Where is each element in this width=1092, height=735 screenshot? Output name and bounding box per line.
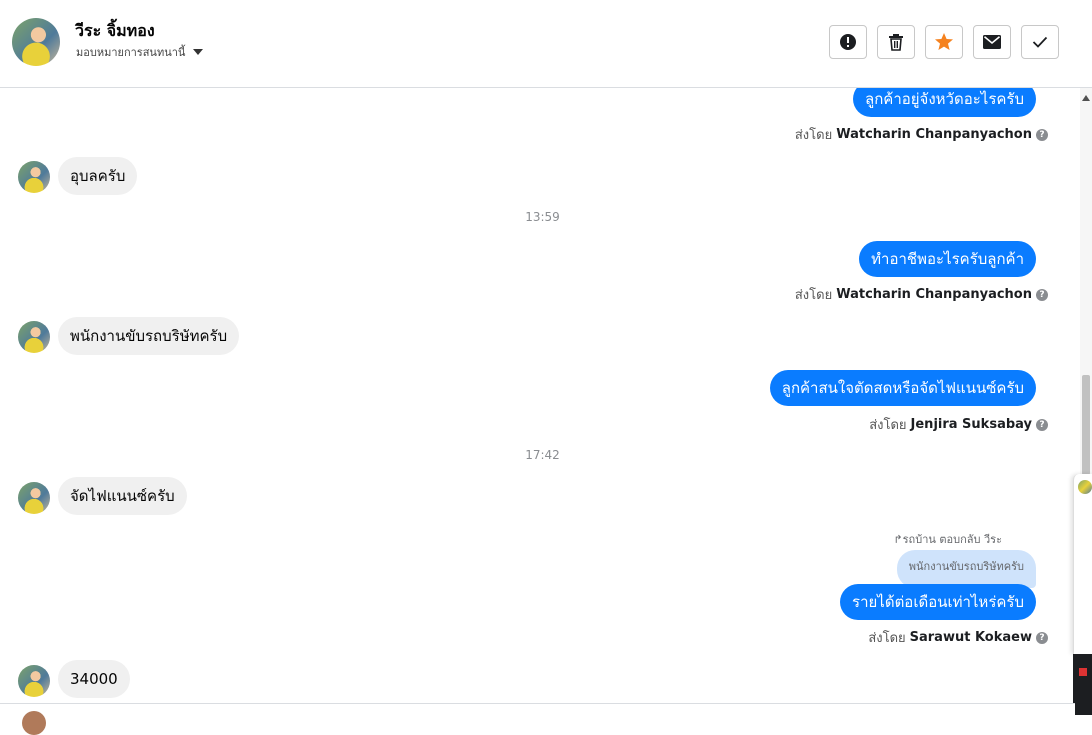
incoming-message[interactable]: 34000	[58, 660, 130, 698]
sender-name: Jenjira Suksabay	[910, 417, 1032, 432]
sent-by-prefix: ส่งโดย	[868, 631, 906, 646]
conversation-header: วีระ จิ้มทอง มอบหมายการสนทนานี้	[0, 0, 1092, 88]
assign-conversation-dropdown[interactable]: มอบหมายการสนทนานี้	[76, 43, 204, 61]
spam-button[interactable]	[829, 25, 867, 59]
star-icon	[935, 33, 953, 50]
flag-icon	[1079, 668, 1087, 676]
check-icon	[1032, 36, 1048, 48]
sender-name: Watcharin Chanpanyachon	[836, 127, 1032, 142]
side-dark-panel	[1073, 654, 1092, 715]
side-panel[interactable]	[1073, 474, 1092, 654]
incoming-message[interactable]: จัดไฟแนนซ์ครับ	[58, 477, 187, 515]
help-icon[interactable]: ?	[1036, 418, 1048, 431]
sender-name: Sarawut Kokaew	[909, 630, 1032, 645]
contact-avatar[interactable]	[12, 18, 60, 66]
sent-by-info: ส่งโดย Watcharin Chanpanyachon ?	[795, 284, 1048, 305]
timestamp-divider: 13:59	[525, 210, 560, 224]
message-list[interactable]: ลูกค้าอยู่จังหวัดอะไรครับ ส่งโดย Watchar…	[0, 88, 1080, 705]
outgoing-message[interactable]: ลูกค้าสนใจตัดสดหรือจัดไฟแนนซ์ครับ	[769, 370, 1036, 406]
contact-avatar-small	[18, 482, 50, 514]
sent-by-prefix: ส่งโดย	[794, 128, 833, 143]
reply-arrow-icon: ↱	[893, 533, 903, 546]
star-button[interactable]	[925, 25, 963, 59]
message-composer[interactable]	[0, 703, 1075, 735]
outgoing-message[interactable]: ทำอาชีพอะไรครับลูกค้า	[859, 241, 1036, 277]
envelope-icon	[983, 35, 1001, 49]
scroll-up-arrow-icon[interactable]	[1082, 95, 1090, 101]
sent-by-info: ส่งโดย Sarawut Kokaew ?	[868, 627, 1048, 648]
help-icon[interactable]: ?	[1036, 288, 1048, 301]
reply-label-text: รถบ้าน ตอบกลับ วีระ	[902, 533, 1002, 546]
reply-indicator: ↱รถบ้าน ตอบกลับ วีระ	[893, 530, 1002, 548]
incoming-message[interactable]: พนักงานขับรถบริษัทครับ	[58, 317, 240, 355]
trash-icon	[889, 34, 903, 51]
scrollbar-thumb[interactable]	[1082, 375, 1090, 475]
help-icon[interactable]: ?	[1036, 128, 1048, 141]
outgoing-message[interactable]: รายได้ต่อเดือนเท่าไหร่ครับ	[840, 584, 1036, 620]
alert-icon	[840, 34, 856, 50]
sender-name: Watcharin Chanpanyachon	[836, 287, 1032, 302]
quoted-message[interactable]: พนักงานขับรถบริษัทครับ	[896, 550, 1036, 588]
sent-by-prefix: ส่งโดย	[794, 288, 833, 303]
timestamp-divider: 17:42	[525, 448, 560, 462]
mark-unread-button[interactable]	[973, 25, 1011, 59]
contact-avatar-small	[18, 321, 50, 353]
caret-down-icon	[193, 49, 204, 55]
outgoing-message[interactable]: ลูกค้าอยู่จังหวัดอะไรครับ	[853, 88, 1036, 117]
contact-avatar-small	[18, 665, 50, 697]
sent-by-info: ส่งโดย Jenjira Suksabay ?	[869, 414, 1048, 435]
side-panel-avatar	[1078, 480, 1092, 494]
help-icon[interactable]: ?	[1036, 631, 1048, 644]
delete-button[interactable]	[877, 25, 915, 59]
sent-by-prefix: ส่งโดย	[869, 418, 907, 433]
sent-by-info: ส่งโดย Watcharin Chanpanyachon ?	[795, 124, 1048, 145]
contact-name[interactable]: วีระ จิ้มทอง	[75, 19, 155, 44]
contact-avatar-small	[18, 161, 50, 193]
assign-label: มอบหมายการสนทนานี้	[76, 46, 186, 59]
incoming-message[interactable]: อุบลครับ	[58, 157, 138, 195]
mark-done-button[interactable]	[1021, 25, 1059, 59]
